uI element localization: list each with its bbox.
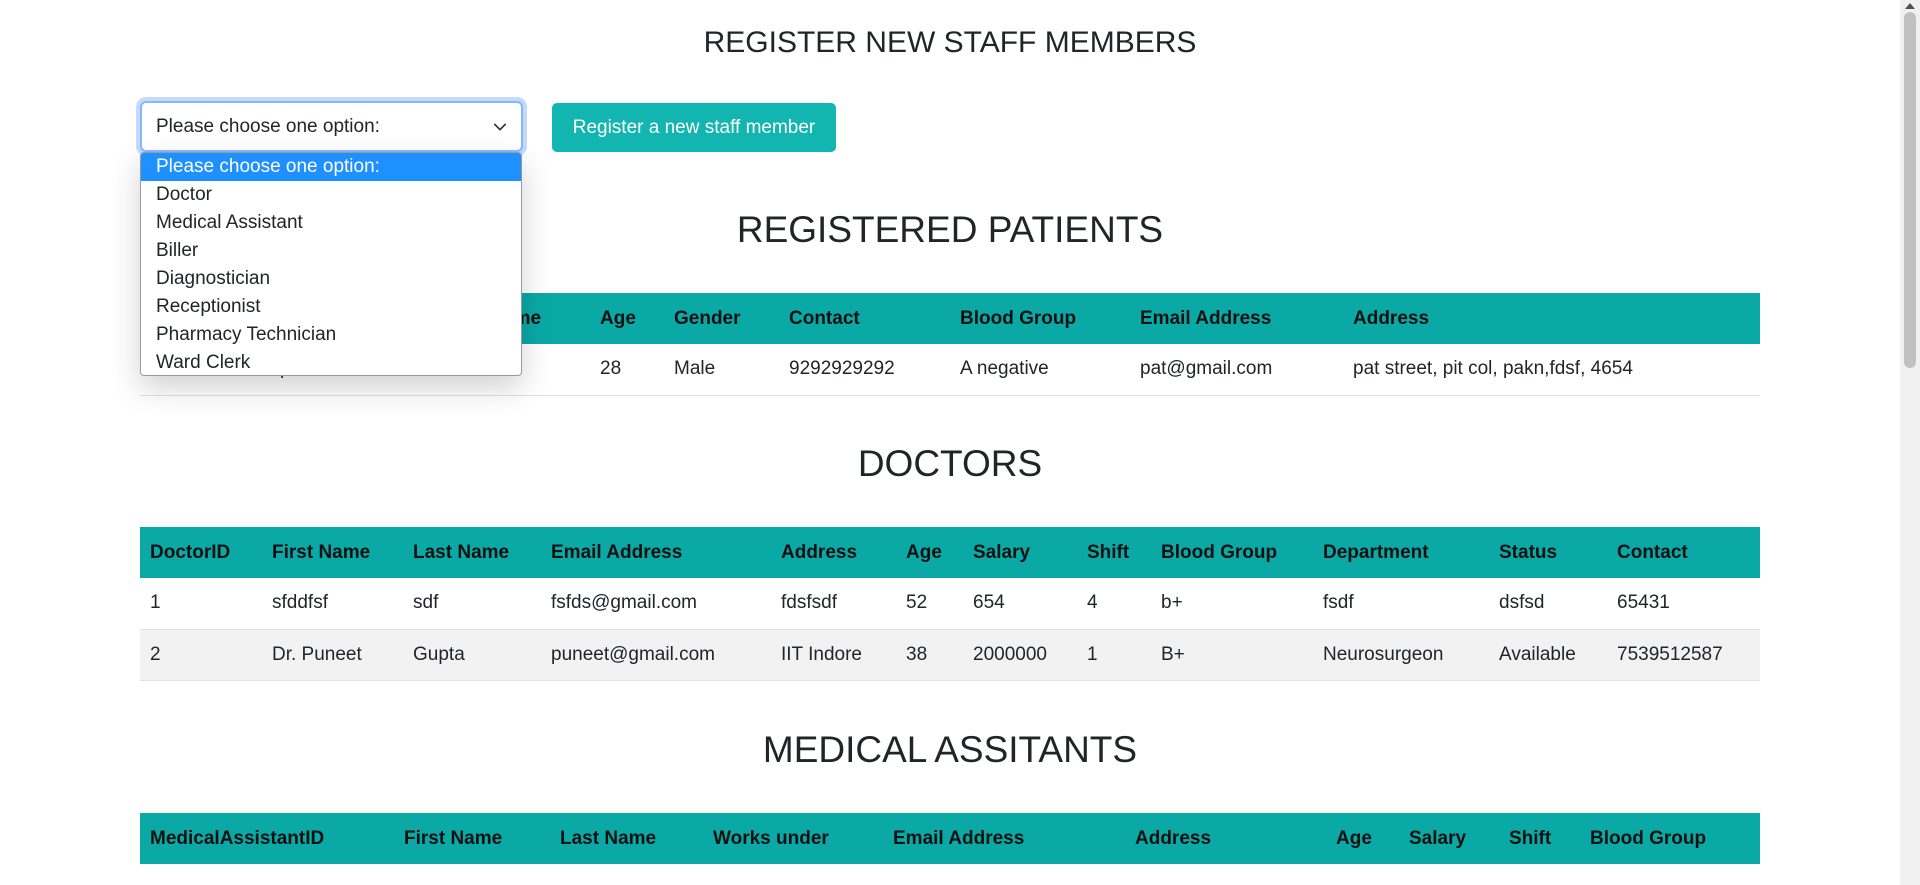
table-cell: 7539512587 <box>1607 629 1760 681</box>
column-header: Department <box>1313 527 1489 578</box>
table-cell: b+ <box>1151 578 1313 630</box>
column-header: Status <box>1489 527 1607 578</box>
column-header: Email Address <box>883 813 1125 864</box>
column-header: First Name <box>394 813 550 864</box>
dropdown-option[interactable]: Please choose one option: <box>141 153 521 181</box>
table-cell: 1 <box>140 578 262 630</box>
table-cell: Neurosurgeon <box>1313 629 1489 681</box>
table-cell: puneet@gmail.com <box>541 629 771 681</box>
column-header: Email Address <box>1130 293 1343 344</box>
column-header: Email Address <box>541 527 771 578</box>
dropdown-option[interactable]: Receptionist <box>141 293 521 321</box>
staff-type-dropdown: Please choose one option: Doctor Medical… <box>140 152 522 376</box>
scroll-up-arrow-icon[interactable] <box>1905 3 1915 9</box>
table-cell: dsfsd <box>1489 578 1607 630</box>
medical-assistants-table: MedicalAssistantID First Name Last Name … <box>140 813 1760 864</box>
register-staff-title: REGISTER NEW STAFF MEMBERS <box>703 26 1197 59</box>
doctors-table: DoctorID First Name Last Name Email Addr… <box>140 527 1760 681</box>
table-cell: Available <box>1489 629 1607 681</box>
vertical-scrollbar[interactable] <box>1900 0 1920 885</box>
dropdown-option[interactable]: Medical Assistant <box>141 209 521 237</box>
dropdown-option[interactable]: Ward Clerk <box>141 349 521 375</box>
column-header: Contact <box>1607 527 1760 578</box>
table-header-row: MedicalAssistantID First Name Last Name … <box>140 813 1760 864</box>
table-cell: 9292929292 <box>779 344 950 396</box>
column-header: Address <box>1343 293 1760 344</box>
medical-assistants-title: MEDICAL ASSITANTS <box>762 729 1138 770</box>
table-cell: sfddfsf <box>262 578 403 630</box>
column-header: Salary <box>1399 813 1499 864</box>
table-cell: 28 <box>590 344 664 396</box>
dropdown-option[interactable]: Biller <box>141 237 521 265</box>
register-staff-button[interactable]: Register a new staff member <box>552 103 836 152</box>
column-header: Age <box>590 293 664 344</box>
column-header: Salary <box>963 527 1077 578</box>
column-header: DoctorID <box>140 527 262 578</box>
table-cell: Dr. Puneet <box>262 629 403 681</box>
table-cell: 38 <box>896 629 963 681</box>
dropdown-option[interactable]: Doctor <box>141 181 521 209</box>
column-header: Age <box>896 527 963 578</box>
doctors-title: DOCTORS <box>857 443 1043 484</box>
staff-type-select-value: Please choose one option: <box>156 115 380 137</box>
table-cell: 52 <box>896 578 963 630</box>
staff-type-select[interactable]: Please choose one option: <box>140 101 523 152</box>
table-cell: fsfds@gmail.com <box>541 578 771 630</box>
column-header: Blood Group <box>1151 527 1313 578</box>
column-header: Contact <box>779 293 950 344</box>
column-header: Shift <box>1499 813 1580 864</box>
table-row: 2 Dr. Puneet Gupta puneet@gmail.com IIT … <box>140 629 1760 681</box>
table-cell: B+ <box>1151 629 1313 681</box>
table-cell: 4 <box>1077 578 1151 630</box>
table-cell: 1 <box>1077 629 1151 681</box>
scrollbar-thumb[interactable] <box>1904 12 1916 368</box>
column-header: First Name <box>262 527 403 578</box>
table-cell: 65431 <box>1607 578 1760 630</box>
column-header: Address <box>1125 813 1326 864</box>
table-row: 1 sfddfsf sdf fsfds@gmail.com fdsfsdf 52… <box>140 578 1760 630</box>
page: REGISTER NEW STAFF MEMBERS Please choose… <box>0 0 1900 885</box>
column-header: Address <box>771 527 896 578</box>
table-cell: fsdf <box>1313 578 1489 630</box>
column-header: Gender <box>664 293 779 344</box>
table-cell: IIT Indore <box>771 629 896 681</box>
table-cell: Gupta <box>403 629 541 681</box>
table-cell: fdsfsdf <box>771 578 896 630</box>
table-header-row: DoctorID First Name Last Name Email Addr… <box>140 527 1760 578</box>
column-header: Blood Group <box>1580 813 1760 864</box>
column-header: Age <box>1326 813 1399 864</box>
table-cell: pat@gmail.com <box>1130 344 1343 396</box>
table-cell: Male <box>664 344 779 396</box>
table-cell: sdf <box>403 578 541 630</box>
table-cell: 2 <box>140 629 262 681</box>
column-header: Works under <box>703 813 883 864</box>
column-header: Last Name <box>403 527 541 578</box>
table-cell: A negative <box>950 344 1130 396</box>
column-header: Blood Group <box>950 293 1130 344</box>
column-header: MedicalAssistantID <box>140 813 394 864</box>
table-cell: 654 <box>963 578 1077 630</box>
column-header: Shift <box>1077 527 1151 578</box>
dropdown-option[interactable]: Diagnostician <box>141 265 521 293</box>
dropdown-option[interactable]: Pharmacy Technician <box>141 321 521 349</box>
table-cell: 2000000 <box>963 629 1077 681</box>
chevron-down-icon <box>493 123 507 130</box>
table-cell: pat street, pit col, pakn,fdsf, 4654 <box>1343 344 1760 396</box>
column-header: Last Name <box>550 813 703 864</box>
